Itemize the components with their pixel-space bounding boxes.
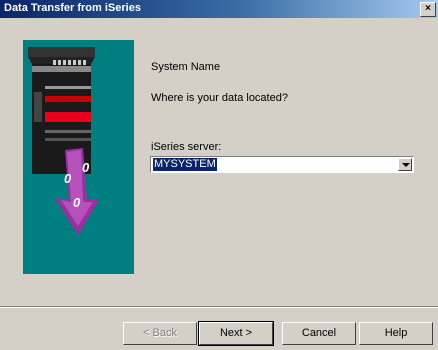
- system-name-label: System Name: [151, 61, 221, 73]
- wizard-illustration: 0 0 0: [23, 40, 134, 274]
- server-transfer-icon: [28, 47, 99, 235]
- next-button[interactable]: Next >: [198, 321, 274, 346]
- data-location-question: Where is your data located?: [151, 92, 288, 104]
- server-combobox[interactable]: MYSYSTEM: [150, 156, 414, 173]
- bit-digit: 0: [64, 171, 72, 186]
- chevron-down-icon[interactable]: [398, 158, 412, 171]
- window-title: Data Transfer from iSeries: [4, 2, 141, 14]
- button-separator: [0, 306, 438, 308]
- bit-digit: 0: [82, 160, 90, 175]
- help-button[interactable]: Help: [359, 322, 433, 345]
- server-combobox-value[interactable]: MYSYSTEM: [153, 158, 217, 171]
- close-button[interactable]: ×: [420, 2, 436, 17]
- server-field-label: iSeries server:: [151, 141, 222, 153]
- cancel-button[interactable]: Cancel: [282, 322, 356, 345]
- bit-digit: 0: [73, 195, 81, 210]
- back-button[interactable]: < Back: [123, 322, 197, 345]
- title-bar: Data Transfer from iSeries ×: [0, 0, 438, 18]
